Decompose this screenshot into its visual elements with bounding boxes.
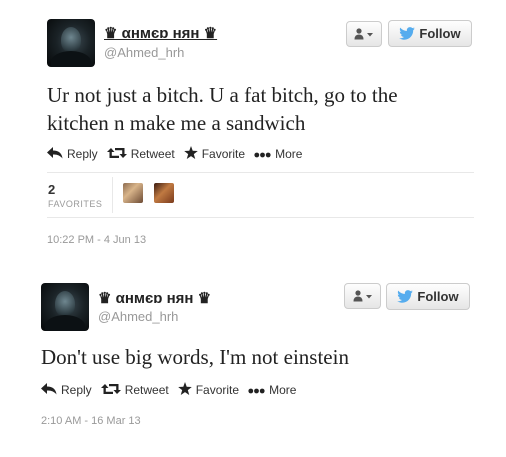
tweet-text-line-2: kitchen n make me a sandwich [47, 111, 306, 135]
retweet-action[interactable]: Retweet [106, 147, 175, 162]
reply-action[interactable]: Reply [41, 382, 92, 398]
favorites-count[interactable]: 2 [48, 182, 55, 197]
more-dots-icon [254, 147, 271, 161]
more-label: More [275, 147, 303, 161]
favorite-action[interactable]: Favorite [177, 382, 240, 398]
reply-action[interactable]: Reply [47, 146, 98, 162]
star-icon [177, 382, 192, 398]
favoriter-avatar-1[interactable] [123, 183, 143, 203]
tweet-actions: Reply Retweet Favorite More [41, 382, 305, 398]
tweet-text-line-1: Ur not just a bitch. U a fat bitch, go t… [47, 83, 398, 107]
user-avatar[interactable] [47, 19, 95, 67]
tweet-text: Ur not just a bitch. U a fat bitch, go t… [47, 81, 487, 137]
more-action[interactable]: More [248, 383, 296, 397]
twitter-bird-icon [397, 290, 414, 303]
follow-button[interactable]: Follow [386, 283, 470, 310]
favorite-label: Favorite [195, 383, 240, 397]
tweet-1: ♛ αнмєɒ нян ♛ @Ahmed_hrh Follow Ur not j… [0, 0, 506, 250]
retweet-icon [100, 383, 121, 398]
user-avatar[interactable] [41, 283, 89, 331]
tweet-timestamp[interactable]: 10:22 PM - 4 Jun 13 [47, 234, 146, 246]
favorite-label: Favorite [201, 147, 246, 161]
stats-bottom-divider [47, 217, 474, 218]
user-handle[interactable]: @Ahmed_hrh [98, 309, 178, 324]
stats-top-divider [47, 172, 474, 173]
user-handle[interactable]: @Ahmed_hrh [104, 45, 184, 60]
person-dropdown-icon [354, 28, 374, 40]
reply-arrow-icon [41, 382, 57, 398]
star-icon [183, 146, 198, 162]
user-actions-dropdown-button[interactable] [346, 21, 382, 47]
reply-arrow-icon [47, 146, 63, 162]
stats-separator [112, 177, 113, 213]
retweet-action[interactable]: Retweet [100, 383, 169, 398]
follow-button[interactable]: Follow [388, 20, 472, 47]
person-dropdown-icon [353, 290, 373, 302]
favorite-action[interactable]: Favorite [183, 146, 246, 162]
favorites-label[interactable]: FAVORITES [48, 199, 102, 209]
retweet-label: Retweet [124, 383, 169, 397]
follow-label: Follow [419, 26, 461, 41]
tweet-timestamp[interactable]: 2:10 AM - 16 Mar 13 [41, 415, 141, 427]
follow-label: Follow [417, 289, 459, 304]
reply-label: Reply [61, 383, 92, 397]
user-actions-dropdown-button[interactable] [344, 283, 381, 309]
retweet-icon [106, 147, 127, 162]
more-label: More [269, 383, 297, 397]
favoriter-avatar-2[interactable] [154, 183, 174, 203]
tweet-actions: Reply Retweet Favorite More [47, 146, 311, 162]
twitter-bird-icon [399, 27, 416, 40]
retweet-label: Retweet [130, 147, 175, 161]
reply-label: Reply [67, 147, 98, 161]
more-action[interactable]: More [254, 147, 302, 161]
display-name[interactable]: ♛ αнмєɒ нян ♛ [98, 289, 211, 307]
display-name[interactable]: ♛ αнмєɒ нян ♛ [104, 24, 217, 42]
more-dots-icon [248, 383, 265, 397]
tweet-text: Don't use big words, I'm not einstein [41, 345, 349, 369]
tweet-2: ♛ αнмєɒ нян ♛ @Ahmed_hrh Follow Don't us… [0, 250, 506, 457]
